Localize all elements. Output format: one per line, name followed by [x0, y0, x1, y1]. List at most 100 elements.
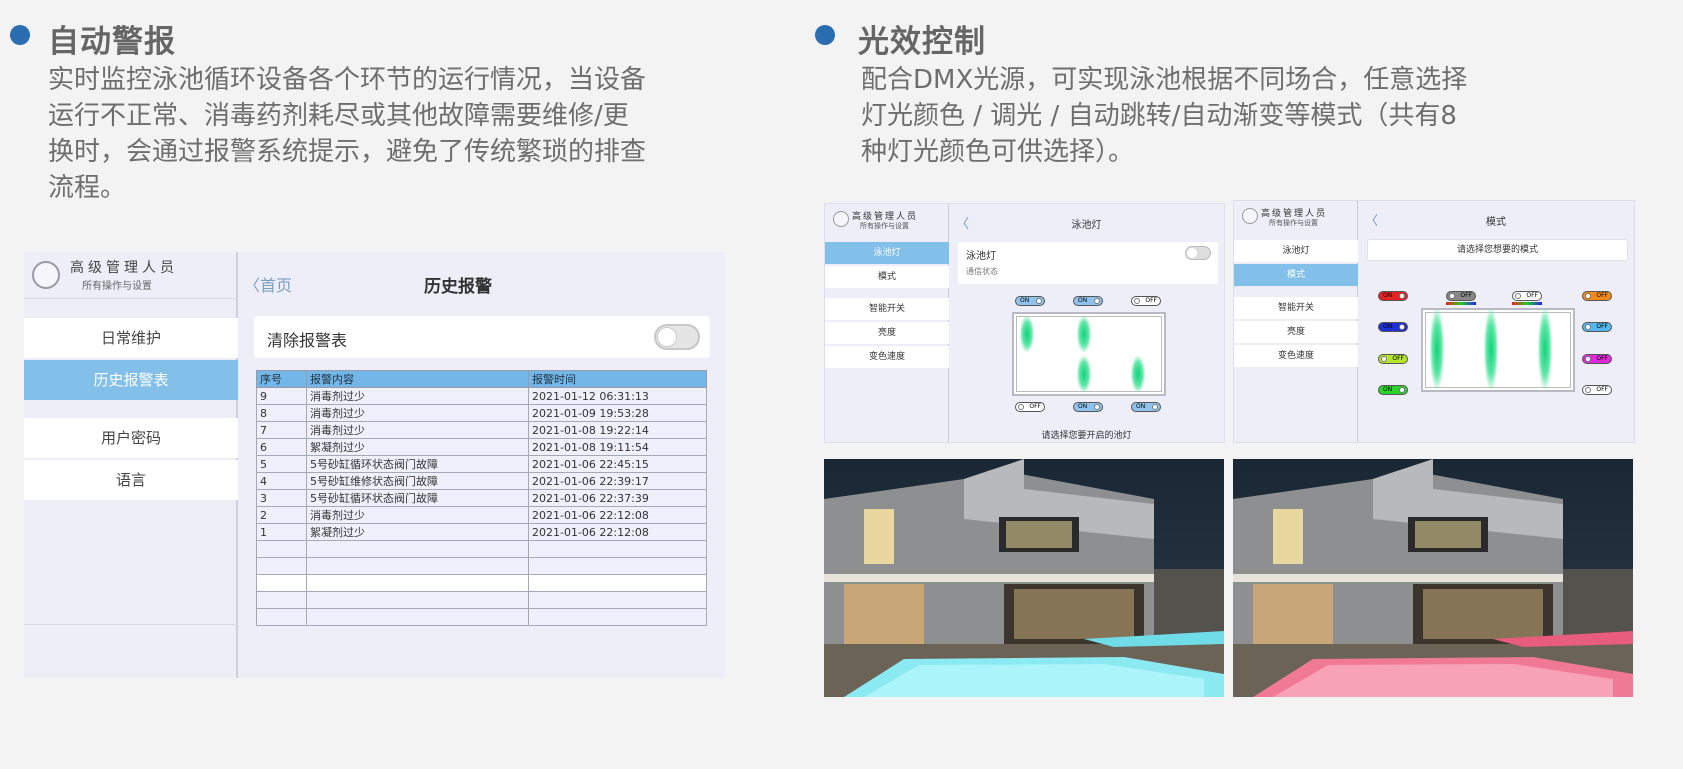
sidebar-item-pool-light[interactable]: 泳池灯	[825, 242, 949, 264]
sidebar-item-pool-light[interactable]: 泳池灯	[1234, 240, 1358, 262]
table-row: 5 5号砂缸循环状态阀门故障 2021-01-06 22:45:15	[256, 455, 707, 473]
table-cell: 9	[256, 387, 307, 405]
table-row: 4 5号砂缸维修状态阀门故障 2021-01-06 22:39:17	[256, 472, 707, 490]
divider	[24, 298, 238, 299]
mode-switch-magenta[interactable]: OFF	[1582, 354, 1612, 364]
light-switch[interactable]: ON	[1131, 402, 1161, 412]
mode-switch-skyblue[interactable]: OFF	[1582, 322, 1612, 332]
table-cell: 消毒剂过少	[306, 421, 529, 439]
table-row-empty	[256, 574, 707, 592]
alarm-table: 序号 报警内容 报警时间 9 消毒剂过少 2021-01-12 06:31:13 8 消…	[256, 370, 707, 626]
light-switch[interactable]: OFF	[1131, 296, 1161, 306]
table-cell	[306, 540, 529, 558]
light-switch[interactable]: ON	[1073, 402, 1103, 412]
mode-switch-gray[interactable]: OFF	[1512, 291, 1542, 301]
back-button[interactable]: 〈首页	[244, 272, 292, 296]
pool-light-toggle[interactable]	[1185, 246, 1211, 260]
table-cell	[528, 574, 707, 592]
page-title: 历史报警	[424, 277, 492, 297]
light-switch[interactable]: ON	[1015, 296, 1045, 306]
sidebar: 高级管理人员 所有操作与设置 泳池灯 模式 智能开关 亮度 变色速度	[1234, 201, 1358, 442]
footer-hint: 请选择您要开启的池灯	[1041, 431, 1132, 441]
light-beam	[1430, 309, 1444, 389]
table-row: 6 絮凝剂过少 2021-01-08 19:11:54	[256, 438, 707, 456]
pool-photo-red	[1233, 459, 1633, 697]
table-row: 2 消毒剂过少 2021-01-06 22:12:08	[256, 506, 707, 524]
alarm-description: 实时监控泳池循环设备各个环节的运行情况，当设备 运行不正常、消毒药剂耗尽或其他故…	[48, 65, 647, 203]
clear-alarm-toggle[interactable]	[654, 324, 700, 350]
table-row: 1 絮凝剂过少 2021-01-06 22:12:08	[256, 523, 707, 541]
table-cell	[528, 591, 707, 609]
user-role: 所有操作与设置	[82, 281, 152, 292]
sidebar-item-maintenance[interactable]: 日常维护	[24, 318, 238, 358]
sidebar-item-mode[interactable]: 模式	[825, 266, 949, 288]
table-cell: 2021-01-08 19:11:54	[528, 438, 707, 456]
table-row: 7 消毒剂过少 2021-01-08 19:22:14	[256, 421, 707, 439]
light-switch[interactable]: OFF	[1015, 402, 1045, 412]
sidebar-item-alarm-history[interactable]: 历史报警表	[24, 360, 238, 400]
table-row-empty	[256, 608, 707, 626]
mode-switch-green[interactable]: ON	[1378, 385, 1408, 395]
table-cell	[256, 557, 307, 575]
sidebar-item-brightness[interactable]: 亮度	[825, 322, 949, 344]
table-cell: 8	[256, 404, 307, 422]
column-header: 序号	[256, 370, 307, 388]
light-beam	[1077, 316, 1091, 352]
column-header: 报警内容	[306, 370, 529, 388]
table-row: 8 消毒剂过少 2021-01-09 19:53:28	[256, 404, 707, 422]
mode-switch-blue[interactable]: ON	[1378, 322, 1408, 332]
table-cell: 2	[256, 506, 307, 524]
mode-switch-red[interactable]: ON	[1378, 291, 1408, 301]
table-cell: 消毒剂过少	[306, 404, 529, 422]
sidebar-item-mode[interactable]: 模式	[1234, 264, 1358, 286]
table-cell: 2021-01-06 22:37:39	[528, 489, 707, 507]
bullet-icon	[815, 25, 835, 45]
light-switch[interactable]: ON	[1073, 296, 1103, 306]
light-beam	[1484, 309, 1498, 389]
sidebar-item-color-speed[interactable]: 变色速度	[825, 346, 949, 368]
sidebar-item-smart-switch[interactable]: 智能开关	[1234, 297, 1358, 319]
sidebar-item-color-speed[interactable]: 变色速度	[1234, 345, 1358, 367]
table-cell: 2021-01-08 19:22:14	[528, 421, 707, 439]
table-cell	[306, 557, 529, 575]
table-row: 9 消毒剂过少 2021-01-12 06:31:13	[256, 387, 707, 405]
divider	[24, 624, 238, 625]
mode-screen: 高级管理人员 所有操作与设置 泳池灯 模式 智能开关 亮度 变色速度 〈 模式 …	[1233, 200, 1635, 443]
table-row-empty	[256, 591, 707, 609]
table-cell: 5	[256, 455, 307, 473]
mode-hint: 请选择您想要的模式	[1367, 239, 1628, 261]
table-cell	[528, 608, 707, 626]
sidebar: 高级管理人员 所有操作与设置 泳池灯 模式 智能开关 亮度 变色速度	[825, 204, 949, 442]
table-cell: 7	[256, 421, 307, 439]
table-cell: 2021-01-12 06:31:13	[528, 387, 707, 405]
table-cell	[306, 574, 529, 592]
sidebar-item-smart-switch[interactable]: 智能开关	[825, 298, 949, 320]
light-beam	[1538, 309, 1552, 389]
sidebar-item-language[interactable]: 语言	[24, 460, 238, 500]
pool-photo-cyan	[824, 459, 1224, 697]
pool-light-card: 泳池灯 通信状态	[958, 242, 1218, 284]
sidebar-item-password[interactable]: 用户密码	[24, 418, 238, 458]
table-cell: 2021-01-09 19:53:28	[528, 404, 707, 422]
table-cell: 5号砂缸循环状态阀门故障	[306, 489, 529, 507]
night-villa-image	[1233, 459, 1633, 697]
light-beam	[1077, 356, 1091, 392]
table-cell: 2021-01-06 22:12:08	[528, 523, 707, 541]
table-cell: 絮凝剂过少	[306, 523, 529, 541]
table-cell: 2021-01-06 22:12:08	[528, 506, 707, 524]
sidebar-item-brightness[interactable]: 亮度	[1234, 321, 1358, 343]
card-title: 泳池灯	[966, 251, 996, 262]
chevron-left-icon: 〈	[244, 276, 261, 295]
mode-switch-lime[interactable]: OFF	[1378, 354, 1408, 364]
table-cell: 絮凝剂过少	[306, 438, 529, 456]
page-title: 模式	[1486, 217, 1506, 228]
mode-switch-white[interactable]: OFF	[1582, 385, 1612, 395]
mode-switch-orange[interactable]: OFF	[1582, 291, 1612, 301]
mode-switch-gray[interactable]: OFF	[1446, 291, 1476, 301]
table-row: 3 5号砂缸循环状态阀门故障 2021-01-06 22:37:39	[256, 489, 707, 507]
user-avatar-icon	[1242, 208, 1258, 224]
table-cell: 消毒剂过少	[306, 506, 529, 524]
table-cell: 2021-01-06 22:45:15	[528, 455, 707, 473]
table-cell: 5号砂缸循环状态阀门故障	[306, 455, 529, 473]
clear-alarm-row: 清除报警表	[254, 316, 710, 358]
